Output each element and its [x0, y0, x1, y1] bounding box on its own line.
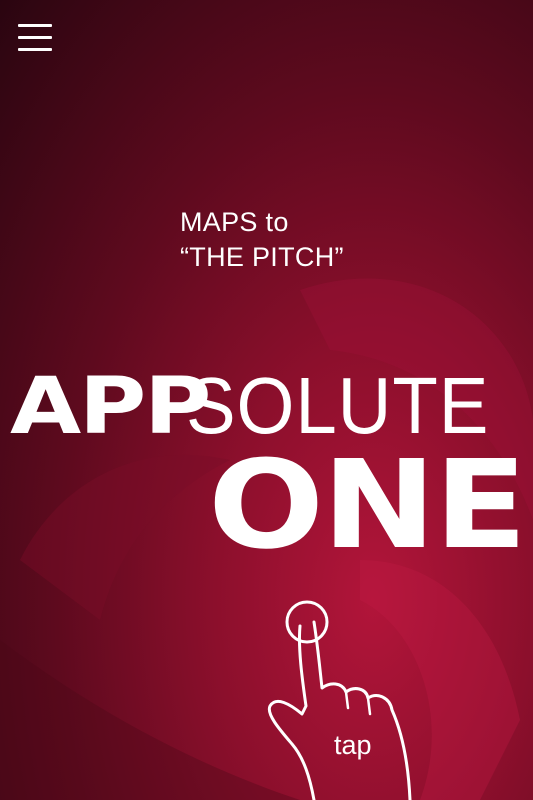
subtitle: MAPS to “THE PITCH” — [180, 205, 344, 275]
logo-text-app: APP — [10, 362, 211, 452]
tap-hand-icon — [267, 600, 412, 800]
menu-button[interactable] — [18, 20, 54, 54]
tap-button[interactable]: tap — [262, 588, 442, 800]
tap-label: tap — [334, 730, 372, 760]
subtitle-line-1: MAPS to — [180, 207, 289, 237]
app-logo: APP SOLUTE ONE — [10, 360, 527, 580]
hamburger-menu-icon — [18, 36, 52, 39]
subtitle-line-2: “THE PITCH” — [180, 242, 344, 272]
hamburger-menu-icon — [18, 48, 52, 51]
logo-text-one: ONE — [208, 434, 527, 576]
hamburger-menu-icon — [18, 24, 52, 27]
